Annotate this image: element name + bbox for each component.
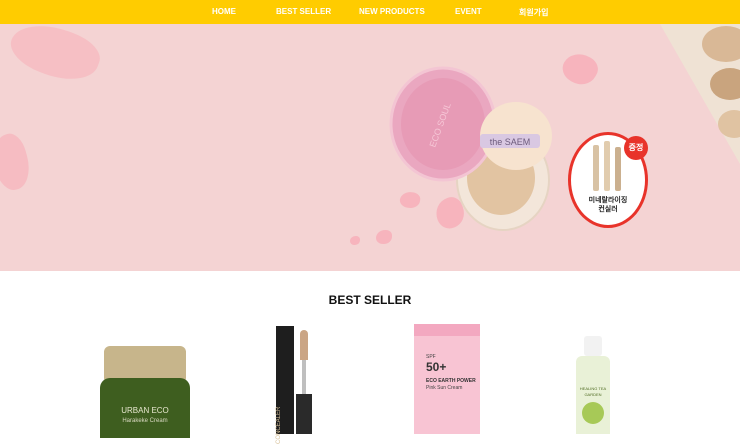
product-label: HEALING TEA — [579, 386, 607, 391]
product-card[interactable]: HEALING TEA GARDEN — [576, 336, 610, 434]
jar-lid — [104, 346, 186, 380]
product-label: GARDEN — [584, 392, 602, 397]
concealer-tubes-image — [593, 145, 599, 191]
nav-event[interactable]: EVENT — [455, 7, 482, 16]
nav-best-seller[interactable]: BEST SELLER — [276, 7, 331, 16]
nav-home[interactable]: HOME — [212, 7, 236, 16]
gift-badge: 증정 — [624, 136, 648, 160]
product-card[interactable]: SPF 50+ ECO EARTH POWER Pink Sun Cream — [414, 324, 480, 434]
petal-decoration — [0, 130, 35, 194]
bottle-cap — [584, 336, 602, 356]
cushion-compact-image: ECO SOUL the SAEM — [389, 66, 552, 231]
product-label: 50+ — [426, 360, 447, 374]
product-label: URBAN ECO — [121, 406, 169, 415]
petal-decoration — [4, 24, 106, 90]
product-card[interactable]: CONCEALER — [270, 322, 320, 444]
hero-banner[interactable]: ECO SOUL the SAEM 미네랄라이징 컨실러 증정 — [0, 24, 740, 271]
nav-signup[interactable]: 회원가입 — [519, 7, 548, 18]
petal-decoration — [350, 236, 360, 245]
product-label: Harakeke Cream — [122, 418, 168, 424]
tea-leaf-graphic — [582, 402, 604, 424]
gift-caption-line2: 컨실러 — [598, 206, 618, 213]
nav-new-products[interactable]: NEW PRODUCTS — [359, 7, 425, 16]
concealer-applicator — [300, 330, 308, 360]
puff-brand-text: the SAEM — [490, 137, 531, 147]
product-label: ECO EARTH POWER — [426, 378, 476, 384]
product-label: CONCEALER — [276, 406, 282, 444]
product-label: Pink Sun Cream — [426, 385, 463, 391]
top-nav: HOME BEST SELLER NEW PRODUCTS EVENT 회원가입 — [0, 0, 740, 24]
product-card[interactable]: URBAN ECO Harakeke Cream — [100, 346, 190, 438]
best-seller-title: BEST SELLER — [328, 293, 412, 307]
tube-cap — [414, 324, 480, 336]
